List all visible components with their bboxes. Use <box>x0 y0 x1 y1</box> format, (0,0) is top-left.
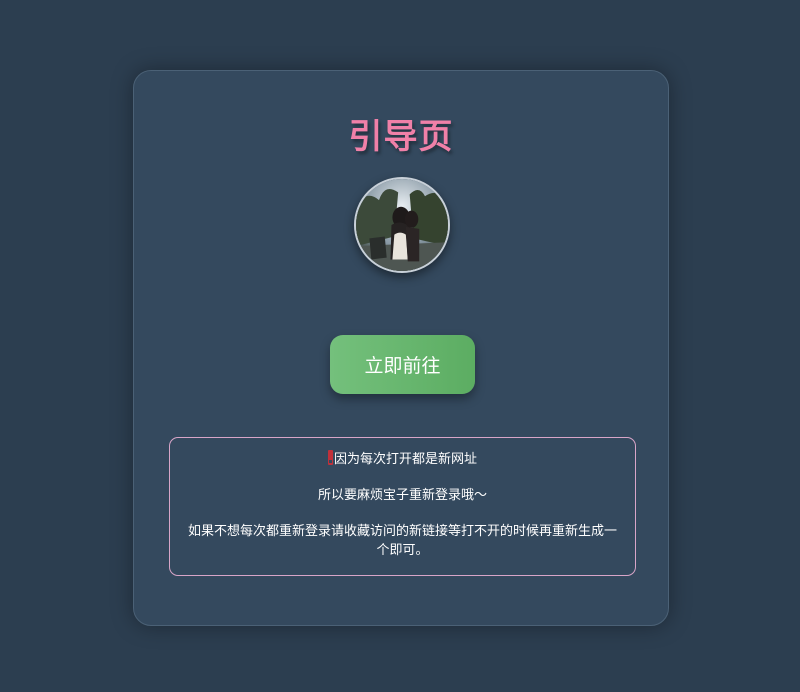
notice-box: 因为每次打开都是新网址 所以要麻烦宝子重新登录哦～ 如果不想每次都重新登录请收藏… <box>169 437 636 576</box>
avatar <box>354 177 450 273</box>
notice-line-1-text: 因为每次打开都是新网址 <box>333 452 477 467</box>
page-title: 引导页 <box>348 117 454 157</box>
go-now-button[interactable]: 立即前往 <box>330 335 475 394</box>
notice-line-3: 如果不想每次都重新登录请收藏访问的新链接等打不开的时候再重新生成一个即可。 <box>187 524 617 558</box>
notice-line-1: 因为每次打开都是新网址 <box>180 450 625 469</box>
guide-card: 引导页 立即前往 因为每次打开都是新网址 所以要麻烦宝子重新登录哦～ 如果不想每… <box>133 70 669 626</box>
exclamation-icon <box>327 450 333 465</box>
avatar-photo-icon <box>356 179 448 271</box>
notice-line-2: 所以要麻烦宝子重新登录哦～ <box>317 488 487 503</box>
